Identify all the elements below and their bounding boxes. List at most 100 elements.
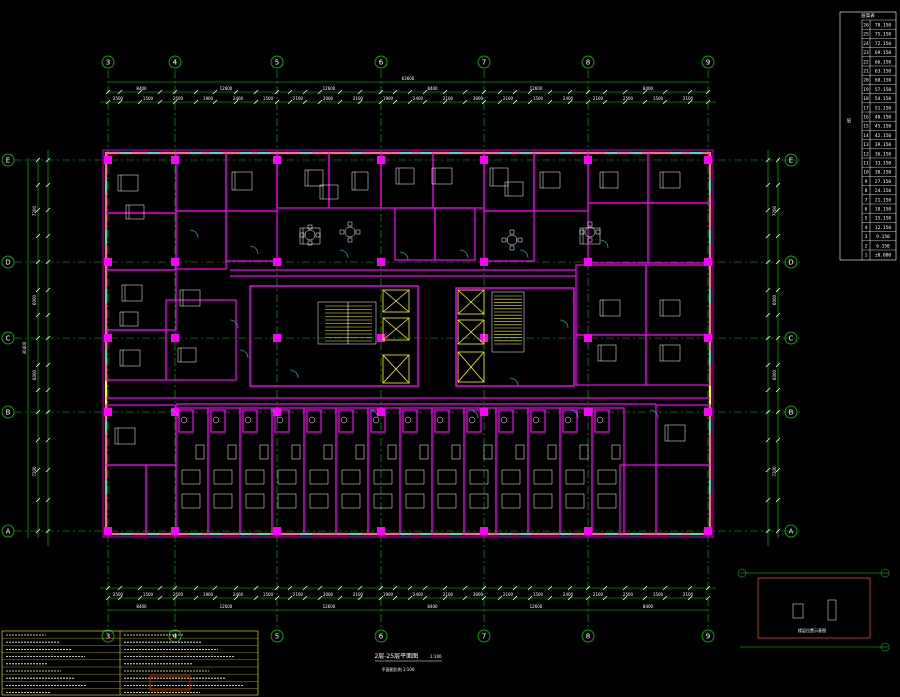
level-number: 22 (863, 59, 869, 65)
dimension-small: 2100 (503, 592, 514, 597)
dimension-small: 3000 (323, 592, 334, 597)
level-table-header: 层高表 (861, 12, 875, 19)
level-number: 8 (865, 188, 868, 194)
dimension-small: 3000 (473, 592, 484, 597)
column (273, 527, 281, 535)
level-height: 75.150 (875, 32, 892, 38)
level-number: 13 (863, 142, 869, 148)
column (704, 408, 712, 416)
level-number: 26 (863, 23, 869, 29)
level-height: 66.150 (875, 59, 892, 65)
axis-label-v: 8 (586, 633, 590, 641)
top-bay-dimension: 8400 (427, 86, 438, 91)
dimension-small: 2400 (233, 592, 244, 597)
column (273, 334, 281, 342)
axis-label-v: 9 (706, 633, 710, 641)
level-height: 78.150 (875, 23, 892, 29)
column (377, 408, 385, 416)
level-number: 4 (865, 225, 868, 231)
level-height: 27.150 (875, 179, 892, 185)
level-height: 45.150 (875, 124, 892, 130)
level-number: 15 (863, 124, 869, 130)
axis-label-h: E (789, 157, 793, 165)
dimension-small: 1500 (653, 96, 664, 101)
drawing-scale: 1:100 (430, 654, 442, 659)
level-height: 36.150 (875, 151, 892, 157)
dimension-small: 2400 (233, 96, 244, 101)
dimension-small: 2100 (293, 96, 304, 101)
drawing-title: 2层-25层平面图 1:100 (374, 653, 442, 660)
axis-label-h: A (6, 528, 11, 536)
level-number: 11 (863, 161, 869, 167)
dimension-small: 2100 (683, 96, 694, 101)
dimension-small: 2400 (563, 592, 574, 597)
bottom-bay-dimension: 8400 (136, 604, 147, 609)
column (704, 334, 712, 342)
column (171, 156, 179, 164)
column (377, 156, 385, 164)
dimension-small: 2100 (443, 592, 454, 597)
level-height: 51.150 (875, 105, 892, 111)
axis-label-h: C (6, 335, 11, 343)
column (104, 408, 112, 416)
column (377, 258, 385, 266)
axis-label-v: 7 (482, 633, 486, 641)
dimension-small: 2400 (563, 96, 574, 101)
column (377, 334, 385, 342)
axis-label-v: 7 (482, 59, 486, 67)
level-height: 42.150 (875, 133, 892, 139)
top-bay-dimension: 8400 (136, 86, 147, 91)
level-height: 24.150 (875, 188, 892, 194)
column (104, 156, 112, 164)
bottom-bay-dimension: 8400 (427, 604, 438, 609)
dimension-small: 1500 (653, 592, 664, 597)
column (171, 527, 179, 535)
column (377, 527, 385, 535)
column (584, 527, 592, 535)
level-number: 6 (865, 207, 868, 213)
dimension-small: 2500 (173, 592, 184, 597)
dimension-small: 3000 (473, 96, 484, 101)
level-height: 60.150 (875, 78, 892, 84)
dimension-small: 1500 (263, 592, 274, 597)
level-height: 39.150 (875, 142, 892, 148)
axis-label-h: B (789, 409, 794, 417)
dimension-small: 2500 (173, 96, 184, 101)
left-part-dimension: 7200 (32, 466, 37, 477)
axis-label-v: 8 (586, 59, 590, 67)
level-height: 6.150 (876, 243, 890, 249)
column (104, 527, 112, 535)
bottom-bay-dimension: 12600 (323, 604, 336, 609)
key-plan-caption: 楼层位置示意图 (798, 627, 826, 633)
dimension-small: 2500 (623, 96, 634, 101)
dimension-small: 1900 (383, 592, 394, 597)
column (584, 334, 592, 342)
bottom-bay-dimension: 8400 (643, 604, 654, 609)
drawing-title-text: 2层-25层平面图 (374, 653, 418, 660)
dimension-small: 1500 (143, 592, 154, 597)
dimension-small: 1500 (533, 96, 544, 101)
top-bay-dimension: 12600 (530, 86, 543, 91)
right-part-dimension: 6000 (772, 369, 777, 380)
right-part-dimension: 6000 (772, 294, 777, 305)
left-part-dimension: 6000 (32, 294, 37, 305)
bottom-bay-dimension: 12600 (530, 604, 543, 609)
level-height: 57.150 (875, 87, 892, 93)
dimension-small: 2100 (293, 592, 304, 597)
level-number: 25 (863, 32, 869, 38)
dimension-small: 2100 (443, 96, 454, 101)
level-number: 3 (865, 234, 868, 240)
column (704, 527, 712, 535)
column (480, 527, 488, 535)
axis-label-v: 3 (106, 633, 110, 641)
column (480, 258, 488, 266)
level-number: 21 (863, 69, 869, 75)
column (584, 258, 592, 266)
axis-label-v: 6 (379, 633, 384, 641)
axis-label-v: 9 (706, 59, 710, 67)
level-number: 10 (863, 170, 869, 176)
column (171, 334, 179, 342)
level-number: 7 (865, 197, 868, 203)
dimension-small: 2500 (623, 592, 634, 597)
level-table-side-label: 层 (847, 118, 852, 124)
